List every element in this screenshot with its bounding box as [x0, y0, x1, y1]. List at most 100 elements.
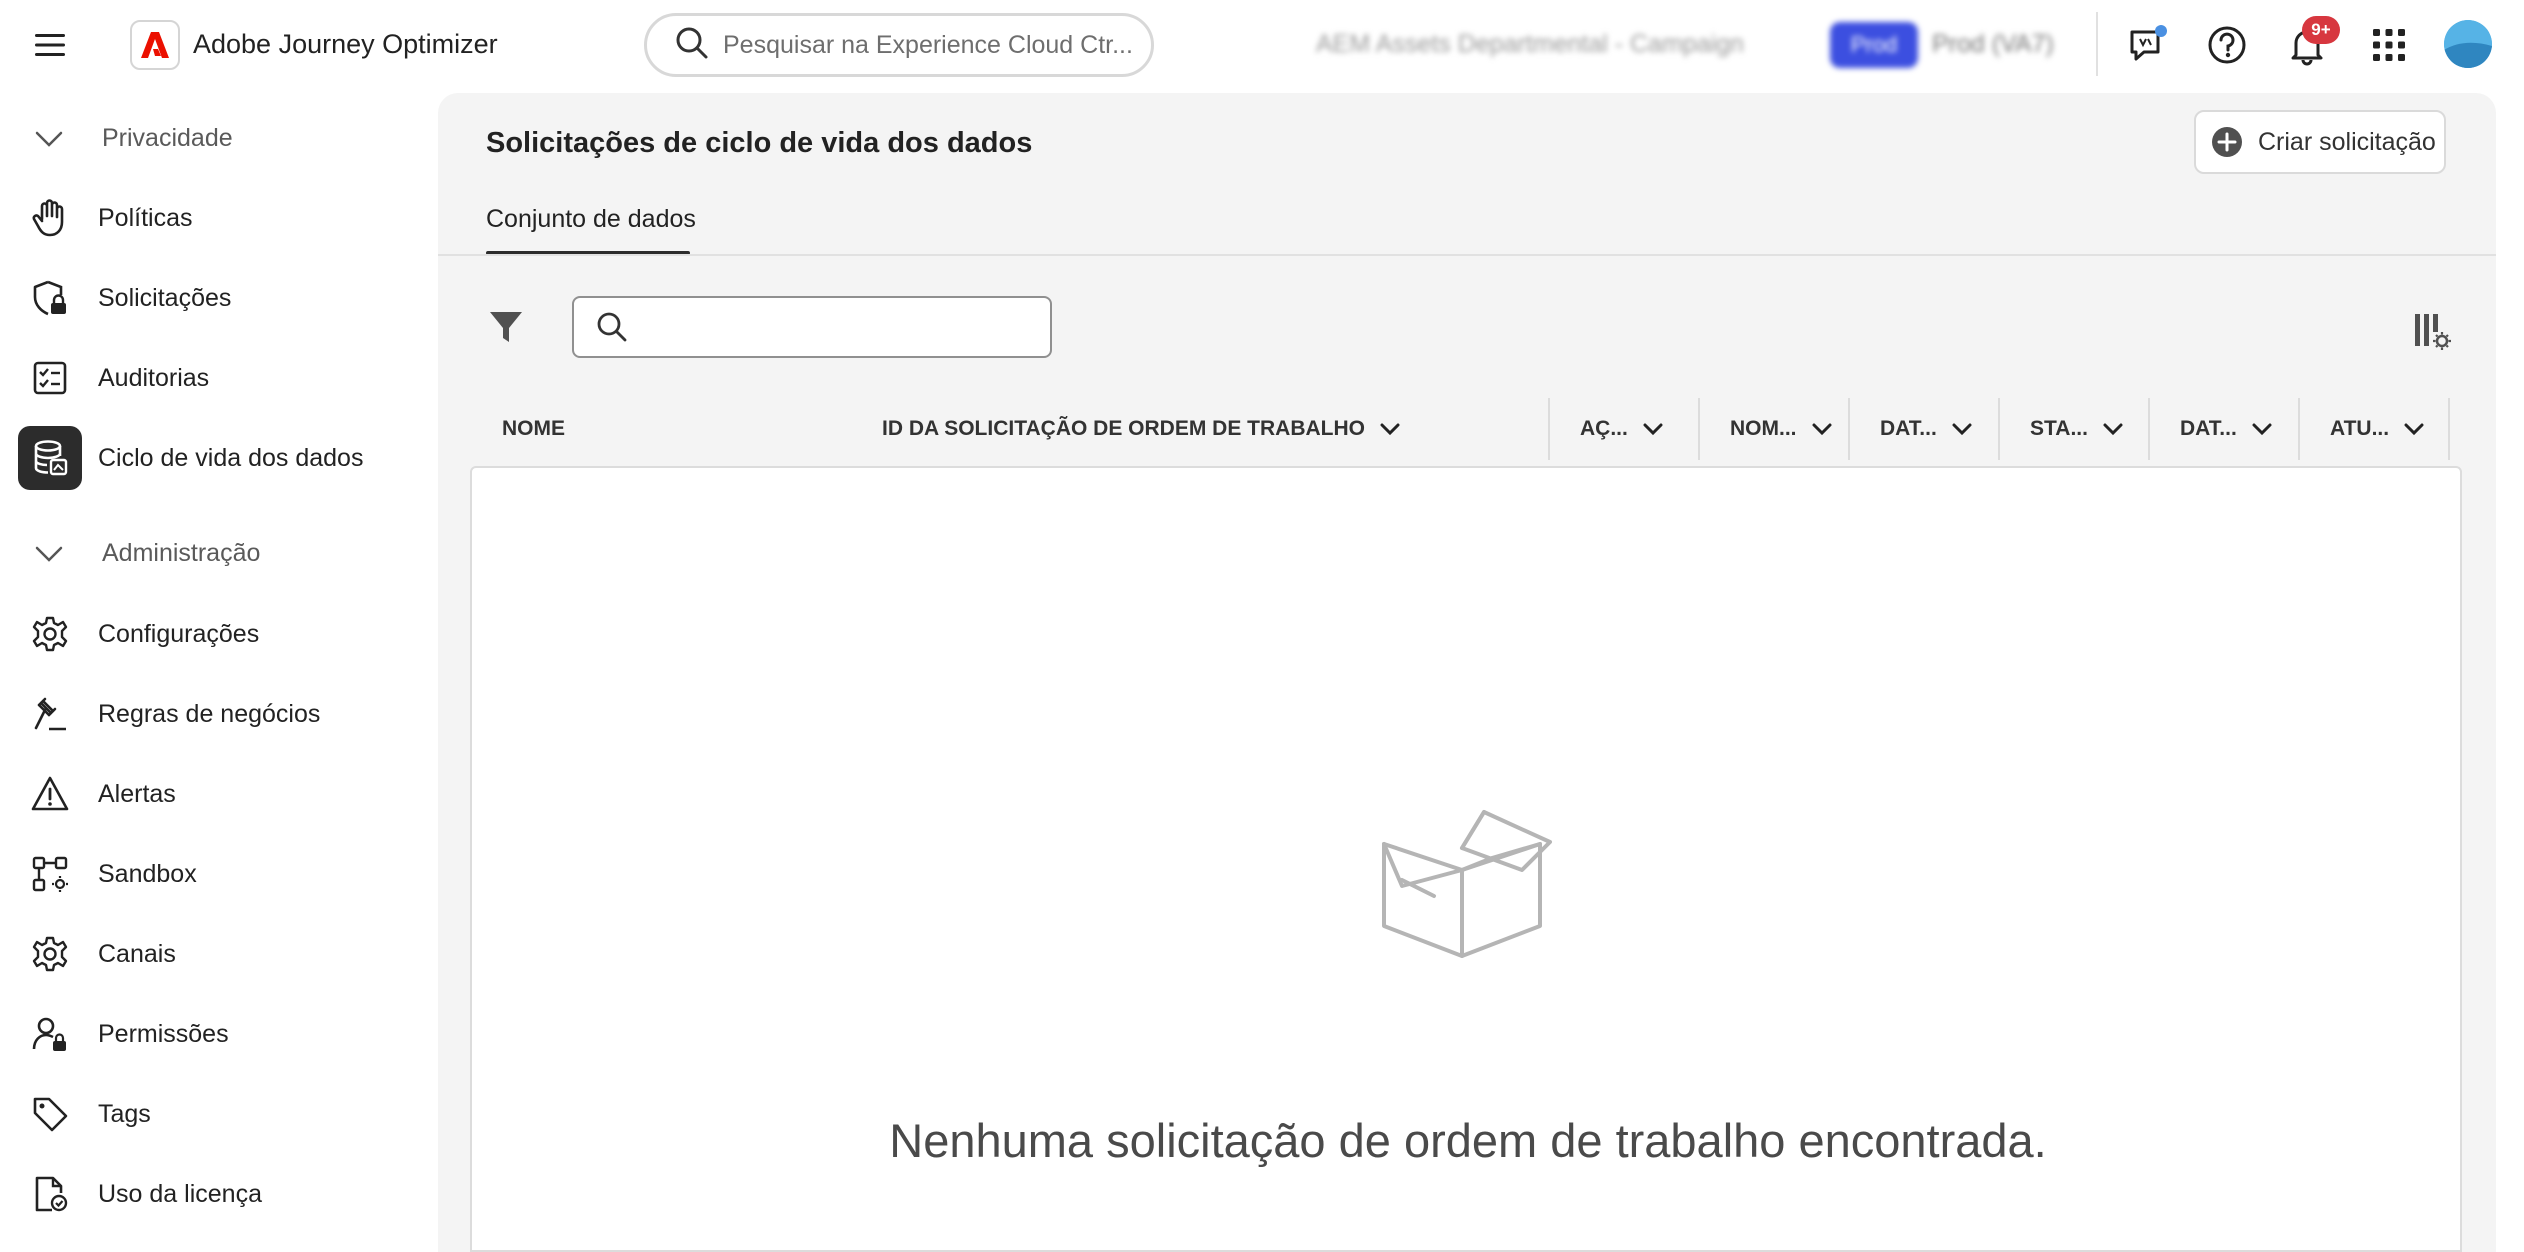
environment-badge: Prod	[1830, 22, 1918, 68]
search-icon	[597, 312, 627, 342]
sidebar-item-label: Regras de negócios	[98, 699, 321, 728]
create-request-label: Criar solicitação	[2258, 127, 2436, 156]
column-label: NOME	[502, 417, 565, 440]
user-lock-icon	[30, 1014, 70, 1054]
column-header-atualizado[interactable]: ATU...	[2330, 398, 2425, 460]
chevron-down-icon	[1643, 423, 1663, 436]
chevron-down-icon	[35, 546, 63, 562]
sidebar-item-label: Canais	[98, 939, 176, 968]
divider	[2096, 12, 2098, 76]
alert-icon	[30, 774, 70, 814]
tabs-divider	[438, 254, 2496, 256]
sidebar-item-regras-de-negocios[interactable]: Regras de negócios	[16, 682, 416, 746]
tag-icon	[30, 1094, 70, 1134]
sidebar: Privacidade Políticas Solicitações Audit…	[0, 98, 436, 1252]
sidebar-item-label: Ciclo de vida dos dados	[98, 443, 364, 472]
column-divider	[2448, 398, 2450, 460]
help-icon[interactable]	[2204, 22, 2250, 68]
chevron-down-icon	[1380, 423, 1400, 436]
sidebar-item-configuracoes[interactable]: Configurações	[16, 602, 416, 666]
gear-icon	[30, 934, 70, 974]
column-header-data-2[interactable]: DAT...	[2180, 398, 2273, 460]
table-search-input[interactable]	[572, 296, 1052, 358]
column-header-id-solicitacao[interactable]: ID DA SOLICITAÇÃO DE ORDEM DE TRABALHO	[882, 398, 1401, 460]
sidebar-item-label: Uso da licença	[98, 1179, 262, 1208]
column-divider	[2148, 398, 2150, 460]
menu-icon[interactable]	[32, 27, 68, 63]
sidebar-section-label: Privacidade	[102, 123, 233, 152]
global-search-input[interactable]: Pesquisar na Experience Cloud Ctr...	[644, 13, 1154, 77]
database-icon	[18, 426, 82, 490]
sidebar-item-label: Sandbox	[98, 859, 197, 888]
notifications-badge: 9+	[2302, 16, 2340, 44]
checklist-icon	[30, 358, 70, 398]
add-circle-icon	[2212, 127, 2242, 157]
column-label: NOM...	[1730, 417, 1797, 440]
sidebar-section-administration[interactable]: Administração	[0, 523, 436, 583]
table-body: Nenhuma solicitação de ordem de trabalho…	[470, 466, 2462, 1252]
column-header-nome-2[interactable]: NOM...	[1730, 398, 1833, 460]
chevron-down-icon	[2404, 423, 2424, 436]
table-header: NOME ID DA SOLICITAÇÃO DE ORDEM DE TRABA…	[470, 398, 2452, 460]
column-label: DAT...	[2180, 417, 2237, 440]
app-name[interactable]: Adobe Journey Optimizer	[193, 29, 498, 60]
sidebar-section-label: Administração	[102, 538, 261, 567]
sidebar-item-label: Configurações	[98, 619, 260, 648]
column-divider	[1548, 398, 1550, 460]
apps-grid-icon[interactable]	[2366, 22, 2412, 68]
empty-state: Nenhuma solicitação de ordem de trabalho…	[472, 1113, 2464, 1168]
sidebar-section-privacy[interactable]: Privacidade	[0, 108, 436, 168]
column-divider	[1848, 398, 1850, 460]
sandbox-switcher[interactable]: Prod (VA7)	[1932, 30, 2054, 59]
sidebar-item-sandbox[interactable]: Sandbox	[16, 842, 416, 906]
gavel-icon	[30, 694, 70, 734]
user-avatar[interactable]	[2444, 20, 2492, 68]
search-placeholder: Pesquisar na Experience Cloud Ctr...	[723, 30, 1133, 59]
sidebar-item-canais[interactable]: Canais	[16, 922, 416, 986]
column-label: ID DA SOLICITAÇÃO DE ORDEM DE TRABALHO	[882, 417, 1365, 440]
column-header-status[interactable]: STA...	[2030, 398, 2124, 460]
column-divider	[1998, 398, 2000, 460]
sidebar-item-auditorias[interactable]: Auditorias	[16, 346, 416, 410]
tab-conjunto-de-dados[interactable]: Conjunto de dados	[486, 205, 696, 257]
column-label: ATU...	[2330, 417, 2390, 440]
column-label: DAT...	[1880, 417, 1937, 440]
filter-icon[interactable]	[484, 304, 528, 348]
sidebar-item-label: Tags	[98, 1099, 151, 1128]
sidebar-item-solicitacoes[interactable]: Solicitações	[16, 266, 416, 330]
sidebar-item-label: Alertas	[98, 779, 176, 808]
top-bar: Adobe Journey Optimizer Pesquisar na Exp…	[0, 0, 2524, 90]
sidebar-item-alertas[interactable]: Alertas	[16, 762, 416, 826]
column-divider	[1698, 398, 1700, 460]
hand-icon	[30, 198, 70, 238]
column-header-data[interactable]: DAT...	[1880, 398, 1973, 460]
shield-lock-icon	[30, 278, 70, 318]
main-panel: Solicitações de ciclo de vida dos dados …	[438, 93, 2496, 1252]
feedback-icon[interactable]	[2124, 22, 2170, 68]
sandbox-icon	[30, 854, 70, 894]
page-title: Solicitações de ciclo de vida dos dados	[486, 127, 1033, 159]
sidebar-item-ciclo-de-vida[interactable]: Ciclo de vida dos dados	[16, 426, 416, 490]
chevron-down-icon	[1952, 423, 1972, 436]
sidebar-item-politicas[interactable]: Políticas	[16, 186, 416, 250]
create-request-button[interactable]: Criar solicitação	[2194, 110, 2446, 174]
org-switcher[interactable]: AEM Assets Departmental - Campaign	[1316, 30, 1744, 59]
empty-box-icon	[1362, 808, 1562, 968]
chevron-down-icon	[2252, 423, 2272, 436]
sidebar-item-label: Políticas	[98, 203, 193, 232]
adobe-logo-icon[interactable]	[130, 20, 180, 70]
chevron-down-icon	[2103, 423, 2123, 436]
sidebar-item-label: Auditorias	[98, 363, 210, 392]
gear-icon	[30, 614, 70, 654]
column-label: STA...	[2030, 417, 2088, 440]
sidebar-item-permissoes[interactable]: Permissões	[16, 1002, 416, 1066]
empty-state-message: Nenhuma solicitação de ordem de trabalho…	[889, 1114, 2047, 1167]
sidebar-item-tags[interactable]: Tags	[16, 1082, 416, 1146]
column-header-nome[interactable]: NOME	[502, 398, 565, 460]
column-header-acao[interactable]: AÇ...	[1580, 398, 1664, 460]
sidebar-item-label: Solicitações	[98, 283, 232, 312]
sidebar-item-label: Permissões	[98, 1019, 229, 1048]
column-divider	[2298, 398, 2300, 460]
sidebar-item-uso-da-licenca[interactable]: Uso da licença	[16, 1162, 416, 1226]
column-settings-icon[interactable]	[2412, 311, 2452, 351]
